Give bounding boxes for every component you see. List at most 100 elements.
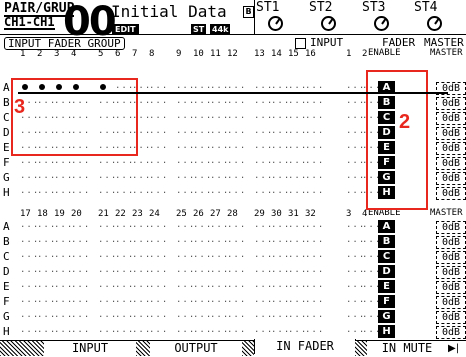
group-assign-cell[interactable]: ...	[71, 266, 90, 275]
group-assign-cell[interactable]: ...	[227, 157, 246, 166]
tab-input[interactable]: INPUT	[44, 341, 136, 356]
tab-in-fader[interactable]: IN FADER	[254, 339, 356, 354]
group-assign-cell[interactable]: ...	[227, 281, 246, 290]
group-row-label: A	[3, 220, 10, 233]
fader-group-enable-e[interactable]: E	[378, 280, 395, 293]
group-assign-cell[interactable]: ...	[305, 127, 324, 136]
group-assign-cell[interactable]: ...	[149, 97, 168, 106]
group-assign-cell[interactable]: ...	[227, 296, 246, 305]
group-assign-cell[interactable]: ...	[305, 172, 324, 181]
group-assign-cell[interactable]: ...	[227, 127, 246, 136]
master-level[interactable]: 0dB	[436, 127, 466, 140]
channel-number: 3	[54, 49, 60, 59]
group-assign-cell[interactable]: ...	[305, 236, 324, 245]
st-divider	[254, 0, 255, 34]
group-assign-cell[interactable]: ...	[227, 326, 246, 335]
st3-knob-icon[interactable]	[374, 16, 389, 31]
fader-group-enable-g[interactable]: G	[378, 310, 395, 323]
group-assign-cell[interactable]: ...	[149, 251, 168, 260]
fader-group-enable-a[interactable]: A	[378, 220, 395, 233]
group-assign-cell[interactable]: ...	[305, 296, 324, 305]
fader-label: FADER	[382, 36, 416, 49]
master-level[interactable]: 0dB	[436, 142, 466, 155]
st1-knob-icon[interactable]	[268, 16, 283, 31]
group-assign-cell[interactable]: ...	[149, 326, 168, 335]
master-level[interactable]: 0dB	[436, 326, 466, 339]
fader-group-enable-d[interactable]: D	[378, 265, 395, 278]
master-level[interactable]: 0dB	[436, 187, 466, 200]
st2-knob-icon[interactable]	[321, 16, 336, 31]
master-level[interactable]: 0dB	[436, 97, 466, 110]
group-assign-cell[interactable]: ...	[305, 187, 324, 196]
group-assign-cell[interactable]: ...	[305, 97, 324, 106]
group-assign-cell[interactable]: ...	[71, 281, 90, 290]
fader-group-enable-b[interactable]: B	[378, 235, 395, 248]
group-assign-cell[interactable]: ...	[227, 311, 246, 320]
group-assign-cell[interactable]: ...	[149, 296, 168, 305]
group-assign-cell[interactable]: ...	[227, 251, 246, 260]
master-level[interactable]: 0dB	[436, 112, 466, 125]
group-assign-cell[interactable]: ...	[149, 157, 168, 166]
master-level[interactable]: 0dB	[436, 311, 466, 324]
group-assign-cell[interactable]: ...	[305, 112, 324, 121]
master-level[interactable]: 0dB	[436, 236, 466, 249]
group-assign-cell[interactable]: ...	[71, 236, 90, 245]
group-assign-cell[interactable]: ...	[149, 82, 168, 91]
group-assign-cell[interactable]: ...	[227, 142, 246, 151]
group-assign-cell[interactable]: ...	[305, 281, 324, 290]
group-assign-cell[interactable]: ...	[227, 236, 246, 245]
group-assign-cell[interactable]: ...	[305, 266, 324, 275]
group-assign-cell[interactable]: ...	[227, 112, 246, 121]
group-assign-cell[interactable]: ...	[149, 187, 168, 196]
group-assign-cell[interactable]: ...	[71, 157, 90, 166]
group-assign-cell[interactable]: ...	[71, 296, 90, 305]
group-assign-cell[interactable]: ...	[71, 187, 90, 196]
fader-group-enable-h[interactable]: H	[378, 325, 395, 338]
master-level[interactable]: 0dB	[436, 296, 466, 309]
group-assign-cell[interactable]: ...	[305, 82, 324, 91]
master-level[interactable]: 0dB	[436, 172, 466, 185]
group-assign-cell[interactable]: ...	[149, 142, 168, 151]
group-assign-cell[interactable]: ...	[227, 82, 246, 91]
group-row-label: A	[3, 81, 10, 94]
group-assign-cell[interactable]: ...	[71, 326, 90, 335]
group-assign-cell[interactable]: ...	[71, 251, 90, 260]
group-assign-cell[interactable]: ...	[305, 251, 324, 260]
group-assign-cell[interactable]: ...	[305, 157, 324, 166]
group-assign-cell[interactable]: ...	[227, 266, 246, 275]
group-assign-cell[interactable]: ...	[305, 326, 324, 335]
master-level[interactable]: 0dB	[436, 221, 466, 234]
fader-group-enable-c[interactable]: C	[378, 250, 395, 263]
group-assign-cell[interactable]: ...	[149, 127, 168, 136]
channel-number: 18	[37, 209, 48, 219]
channel-number: 4	[71, 49, 77, 59]
group-assign-cell[interactable]: ...	[149, 172, 168, 181]
master-level[interactable]: 0dB	[436, 266, 466, 279]
group-assign-cell[interactable]: ...	[71, 311, 90, 320]
master-level[interactable]: 0dB	[436, 281, 466, 294]
group-assign-cell[interactable]: ...	[149, 112, 168, 121]
input-checkbox[interactable]	[295, 38, 306, 49]
group-assign-cell[interactable]: ...	[227, 172, 246, 181]
group-assign-cell[interactable]: ...	[305, 142, 324, 151]
tab-output[interactable]: OUTPUT	[150, 341, 242, 356]
group-assign-cell[interactable]: ...	[149, 311, 168, 320]
group-assign-cell[interactable]: ...	[71, 221, 90, 230]
tab-next-arrow-icon[interactable]: ▶|	[448, 341, 466, 356]
group-assign-cell[interactable]: ...	[227, 221, 246, 230]
group-assign-cell[interactable]: ...	[149, 266, 168, 275]
group-assign-cell[interactable]: ...	[227, 97, 246, 106]
group-row-label: G	[3, 310, 10, 323]
tab-in-mute[interactable]: IN MUTE	[367, 341, 447, 356]
group-assign-cell[interactable]: ...	[305, 311, 324, 320]
master-level[interactable]: 0dB	[436, 251, 466, 264]
group-assign-cell[interactable]: ...	[149, 236, 168, 245]
group-assign-cell[interactable]: ...	[227, 187, 246, 196]
fader-group-enable-f[interactable]: F	[378, 295, 395, 308]
group-assign-cell[interactable]: ...	[149, 281, 168, 290]
group-assign-cell[interactable]: ...	[71, 172, 90, 181]
group-assign-cell[interactable]: ...	[149, 221, 168, 230]
st4-knob-icon[interactable]	[427, 16, 442, 31]
master-level[interactable]: 0dB	[436, 157, 466, 170]
group-assign-cell[interactable]: ...	[305, 221, 324, 230]
